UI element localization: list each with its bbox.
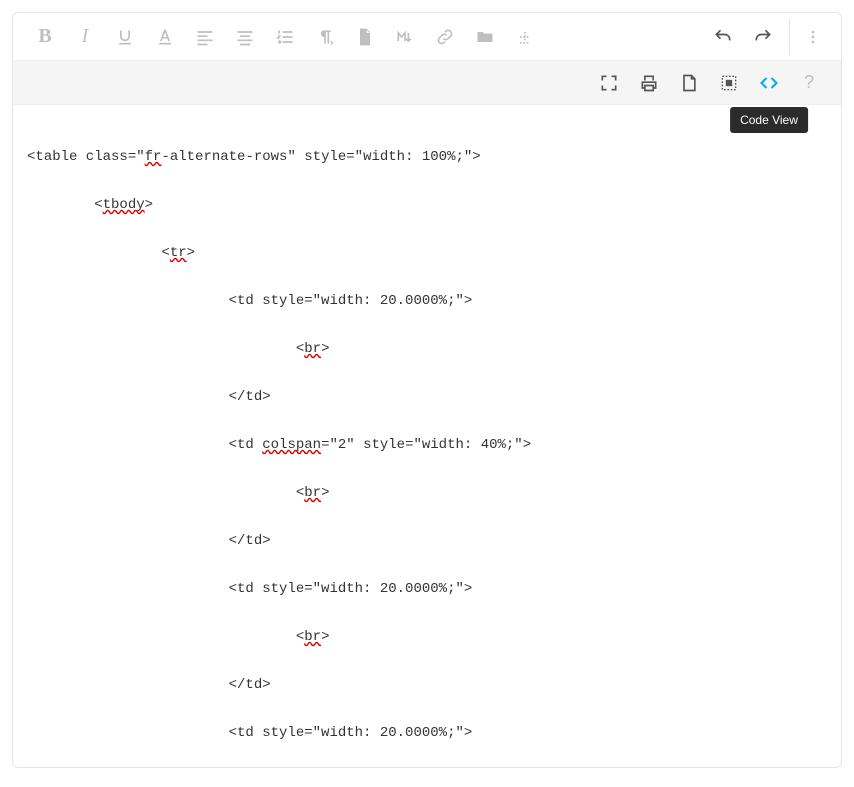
link-icon xyxy=(435,27,455,47)
code-view-button[interactable]: Code View xyxy=(749,63,789,103)
editor-frame: B I xyxy=(12,12,842,768)
code-line: <tr> xyxy=(27,241,827,265)
code-line: <td style="width: 20.0000%;"> xyxy=(27,577,827,601)
paragraph-button[interactable] xyxy=(305,17,345,57)
align-left-icon xyxy=(195,27,215,47)
print-icon xyxy=(639,73,659,93)
markdown-icon xyxy=(395,27,415,47)
align-center-button[interactable] xyxy=(225,17,265,57)
file-icon xyxy=(355,27,375,47)
ordered-list-button[interactable] xyxy=(265,17,305,57)
undo-icon xyxy=(713,27,733,47)
toolbar-main-left: B I xyxy=(25,17,703,57)
paragraph-icon xyxy=(315,27,335,47)
code-line: <td style="width: 20.0000%;"> xyxy=(27,721,827,745)
font-color-button[interactable] xyxy=(145,17,185,57)
insert-file-button[interactable] xyxy=(345,17,385,57)
more-button[interactable] xyxy=(789,17,829,57)
markdown-button[interactable] xyxy=(385,17,425,57)
redo-button[interactable] xyxy=(743,17,783,57)
print-button[interactable] xyxy=(629,63,669,103)
pdf-button[interactable] xyxy=(669,63,709,103)
code-line: <br> xyxy=(27,337,827,361)
ordered-list-icon xyxy=(275,27,295,47)
bold-button[interactable]: B xyxy=(25,17,65,57)
code-view-icon xyxy=(759,73,779,93)
code-line: <br> xyxy=(27,481,827,505)
insert-image-button[interactable] xyxy=(465,17,505,57)
plus-icon xyxy=(515,27,535,47)
code-line: <br> xyxy=(27,625,827,649)
underline-button[interactable] xyxy=(105,17,145,57)
font-color-icon xyxy=(155,27,175,47)
fullscreen-button[interactable] xyxy=(589,63,629,103)
toolbar-main: B I xyxy=(13,13,841,61)
pdf-icon xyxy=(679,73,699,93)
fullscreen-icon xyxy=(599,73,619,93)
link-button[interactable] xyxy=(425,17,465,57)
toolbar-main-right xyxy=(703,17,829,57)
undo-button[interactable] xyxy=(703,17,743,57)
code-line: </td> xyxy=(27,529,827,553)
more-vertical-icon xyxy=(803,27,823,47)
code-editor[interactable]: <table class="fr-alternate-rows" style="… xyxy=(13,105,841,767)
select-all-icon xyxy=(719,73,739,93)
underline-icon xyxy=(115,27,135,47)
help-icon: ? xyxy=(804,72,814,93)
help-button[interactable]: ? xyxy=(789,63,829,103)
folder-icon xyxy=(475,27,495,47)
code-line: </td> xyxy=(27,673,827,697)
align-left-button[interactable] xyxy=(185,17,225,57)
toolbar-secondary: Code View ? xyxy=(13,61,841,105)
select-all-button[interactable] xyxy=(709,63,749,103)
redo-icon xyxy=(753,27,773,47)
code-line: <table class="fr-alternate-rows" style="… xyxy=(27,145,827,169)
code-line: <tbody> xyxy=(27,193,827,217)
align-center-icon xyxy=(235,27,255,47)
bold-icon: B xyxy=(38,25,51,48)
code-line: <td style="width: 20.0000%;"> xyxy=(27,289,827,313)
code-view-tooltip: Code View xyxy=(730,107,808,133)
italic-icon: I xyxy=(82,25,89,48)
insert-more-button[interactable] xyxy=(505,17,545,57)
code-line: </td> xyxy=(27,385,827,409)
italic-button[interactable]: I xyxy=(65,17,105,57)
code-line: <td colspan="2" style="width: 40%;"> xyxy=(27,433,827,457)
